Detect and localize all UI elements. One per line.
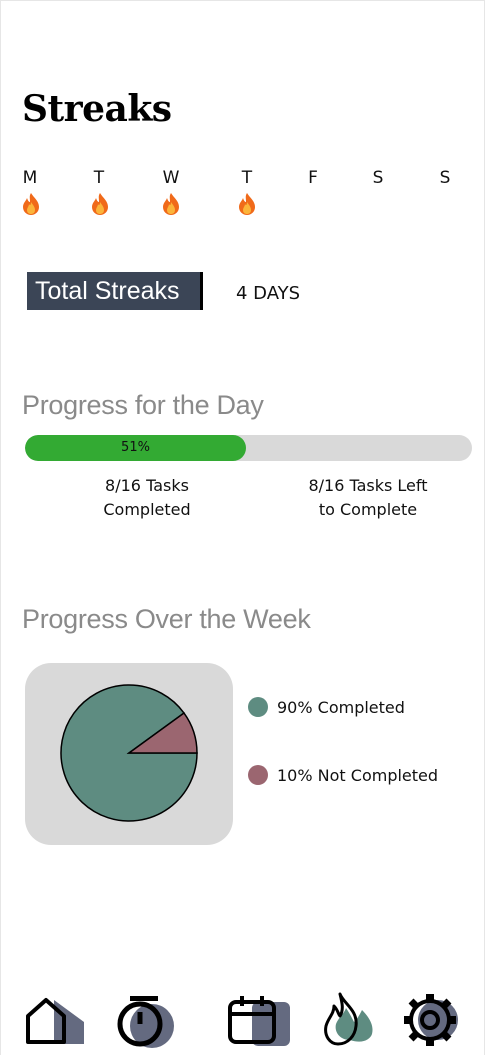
tasks-remaining-line1: 8/16 Tasks Left <box>308 476 428 495</box>
day-label-tue: T <box>93 168 105 188</box>
tasks-completed-line2: Completed <box>103 500 191 519</box>
calendar-icon[interactable] <box>226 990 290 1050</box>
legend-completed: 90% Completed <box>248 697 405 717</box>
tasks-completed-line1: 8/16 Tasks <box>105 476 189 495</box>
page-title: Streaks <box>22 88 172 130</box>
fire-icon <box>23 193 39 215</box>
tasks-remaining-line2: to Complete <box>318 500 418 519</box>
total-streaks-value: 4 DAYS <box>236 283 301 304</box>
fire-icon <box>163 193 179 215</box>
day-progress-bar: 51% <box>25 435 472 461</box>
total-streaks-label: Total Streaks <box>27 272 203 310</box>
legend-completed-swatch <box>248 697 268 717</box>
fire-icon[interactable] <box>320 990 384 1050</box>
legend-not-completed-label: 10% Not Completed <box>277 765 439 785</box>
legend-not-completed-swatch <box>248 765 268 785</box>
day-label-fri: F <box>308 168 318 188</box>
day-label-mon: M <box>22 168 38 188</box>
day-label-sun: S <box>439 168 451 188</box>
fire-icon <box>92 193 108 215</box>
week-progress-title: Progress Over the Week <box>22 604 311 634</box>
day-label-wed: W <box>162 168 180 188</box>
tasks-completed-caption: 8/16 Tasks Completed <box>77 474 217 522</box>
day-progress-percent: 51% <box>121 440 150 455</box>
home-icon[interactable] <box>22 990 86 1050</box>
legend-not-completed: 10% Not Completed <box>248 765 438 785</box>
gear-icon[interactable] <box>402 990 466 1050</box>
day-label-thu: T <box>241 168 253 188</box>
tasks-remaining-caption: 8/16 Tasks Left to Complete <box>290 474 446 522</box>
stopwatch-icon[interactable] <box>114 990 178 1050</box>
fire-icon <box>239 193 255 215</box>
pie-chart <box>60 684 198 822</box>
day-label-sat: S <box>372 168 384 188</box>
day-progress-title: Progress for the Day <box>22 390 264 420</box>
legend-completed-label: 90% Completed <box>277 697 405 717</box>
pie-chart-card <box>25 663 233 845</box>
app-frame <box>0 0 485 1055</box>
